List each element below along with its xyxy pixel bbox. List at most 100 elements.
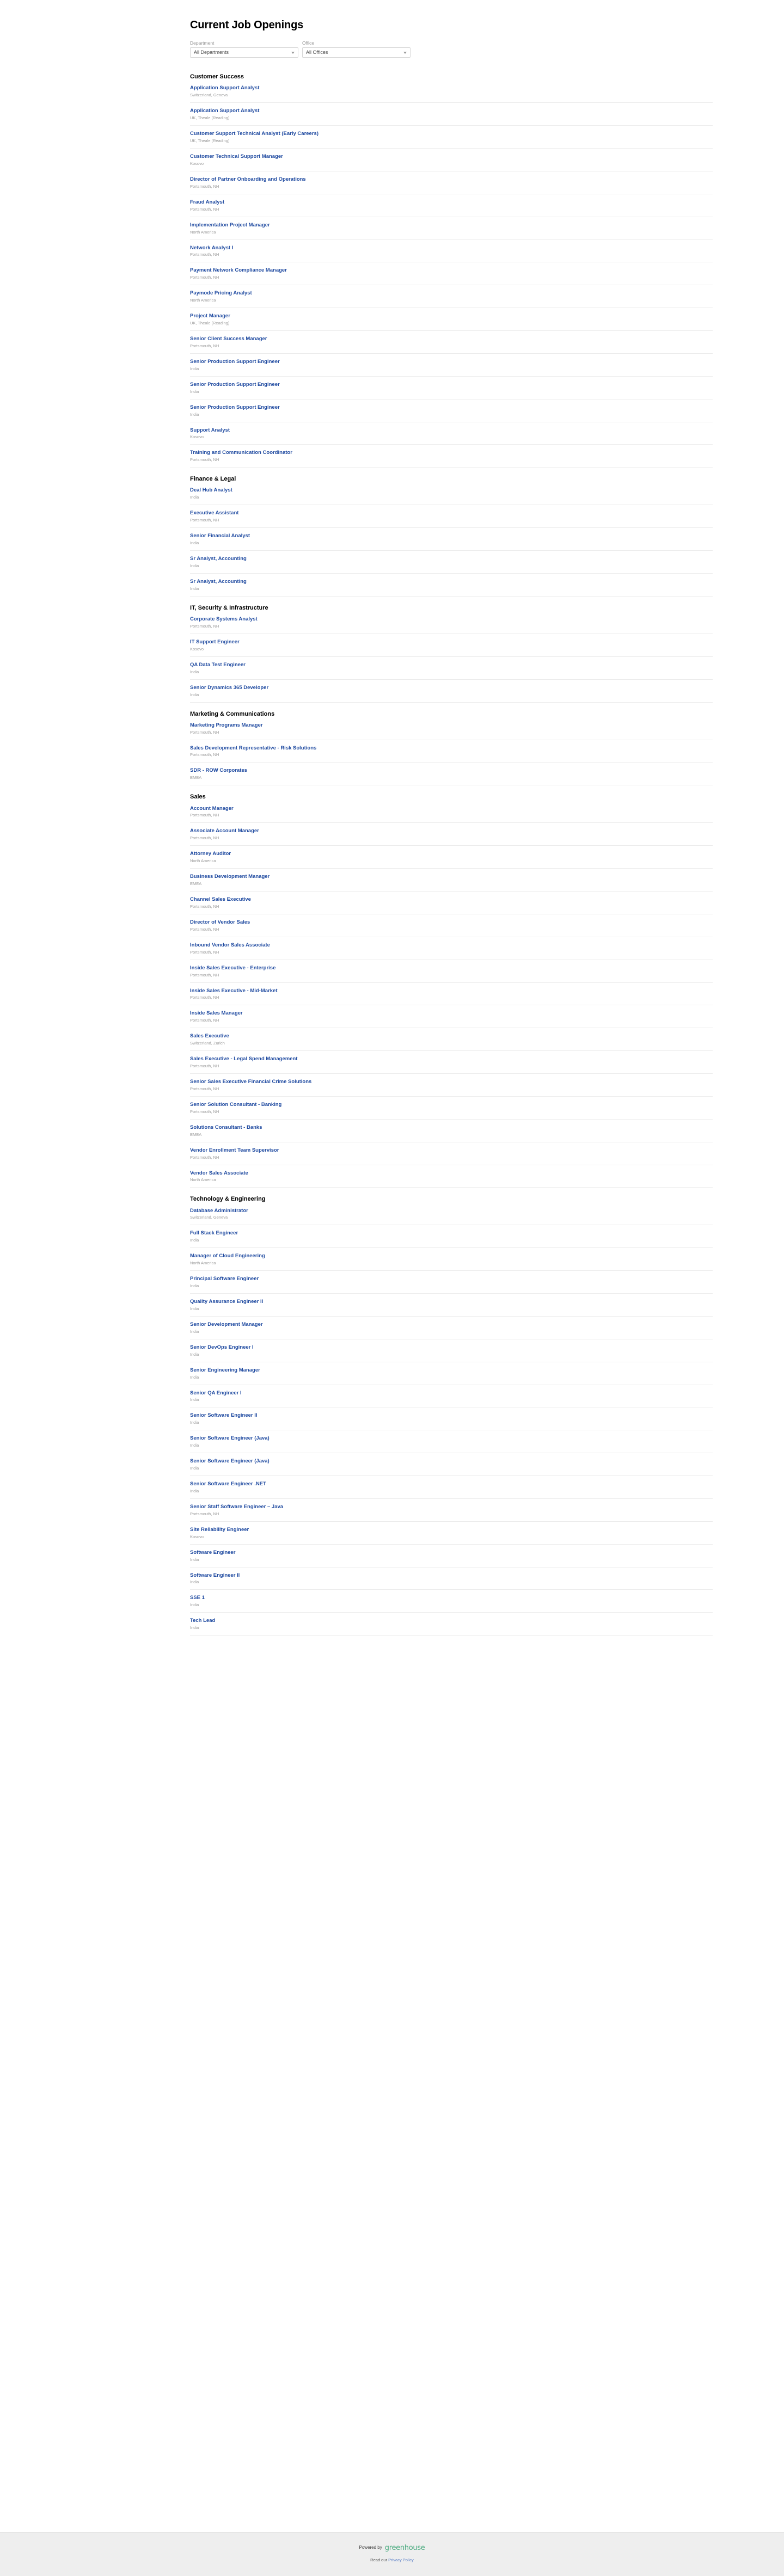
job-row[interactable]: Channel Sales Executive Portsmouth, NH — [190, 896, 713, 914]
job-row[interactable]: Tech Lead India — [190, 1618, 713, 1636]
job-row[interactable]: Director of Partner Onboarding and Opera… — [190, 176, 713, 194]
job-row[interactable]: Quality Assurance Engineer II India — [190, 1299, 713, 1317]
job-row[interactable]: Sales Development Representative - Risk … — [190, 745, 713, 763]
job-row[interactable]: Inside Sales Executive - Enterprise Ports… — [190, 965, 713, 983]
job-title-link[interactable]: Network Analyst I — [190, 245, 713, 251]
job-row[interactable]: QA Data Test Engineer India — [190, 662, 713, 680]
job-row[interactable]: Fraud Analyst Portsmouth, NH — [190, 199, 713, 217]
job-title-link[interactable]: Software Engineer II — [190, 1572, 713, 1579]
job-row[interactable]: Senior DevOps Engineer I India — [190, 1344, 713, 1362]
job-row[interactable]: Senior Software Engineer (Java) India — [190, 1458, 713, 1477]
job-row[interactable]: Training and Communication Coordinator Po… — [190, 450, 713, 468]
job-row[interactable]: Corporate Systems Analyst Portsmouth, NH — [190, 616, 713, 634]
job-title-link[interactable]: Sales Development Representative - Risk … — [190, 745, 713, 752]
job-row[interactable]: Application Support Analyst Switzerland, … — [190, 85, 713, 103]
job-row[interactable]: IT Support Engineer Kosovo — [190, 639, 713, 657]
job-row[interactable]: Senior Production Support Engineer India — [190, 382, 713, 399]
job-row[interactable]: Sales Executive Switzerland, Zurich — [190, 1033, 713, 1052]
job-row[interactable]: Sr Analyst, Accounting India — [190, 556, 713, 574]
job-row[interactable]: Paymode Pricing Analyst North America — [190, 290, 713, 309]
job-row[interactable]: Database Administrator Switzerland, Genev… — [190, 1208, 713, 1226]
job-row[interactable]: Senior Software Engineer II India — [190, 1412, 713, 1431]
job-title-link[interactable]: Senior Software Engineer (Java) — [190, 1458, 713, 1465]
job-title-link[interactable]: Manager of Cloud Engineering — [190, 1253, 713, 1259]
job-row[interactable]: SSE 1 India — [190, 1595, 713, 1613]
job-title-link[interactable]: Vendor Sales Associate — [190, 1170, 713, 1177]
job-title-link[interactable]: Tech Lead — [190, 1618, 713, 1624]
job-title-link[interactable]: Solutions Consultant - Banks — [190, 1124, 713, 1131]
job-row[interactable]: Vendor Sales Associate North America — [190, 1170, 713, 1188]
job-title-link[interactable]: Quality Assurance Engineer II — [190, 1299, 713, 1305]
job-row[interactable]: Software Engineer II India — [190, 1572, 713, 1590]
job-title-link[interactable]: Senior Client Success Manager — [190, 336, 713, 342]
job-row[interactable]: Deal Hub Analyst India — [190, 487, 713, 506]
job-title-link[interactable]: Inside Sales Manager — [190, 1010, 713, 1017]
job-title-link[interactable]: Senior QA Engineer I — [190, 1390, 713, 1397]
job-title-link[interactable]: Site Reliability Engineer — [190, 1527, 713, 1533]
job-row[interactable]: Marketing Programs Manager Portsmouth, NH — [190, 722, 713, 740]
job-title-link[interactable]: Senior Production Support Engineer — [190, 404, 713, 411]
job-title-link[interactable]: Deal Hub Analyst — [190, 487, 713, 494]
job-row[interactable]: Network Analyst I Portsmouth, NH — [190, 245, 713, 263]
job-title-link[interactable]: Customer Technical Support Manager — [190, 153, 713, 160]
job-row[interactable]: Software Engineer India — [190, 1550, 713, 1567]
job-title-link[interactable]: Sales Executive - Legal Spend Management — [190, 1056, 713, 1062]
job-title-link[interactable]: Database Administrator — [190, 1208, 713, 1214]
job-title-link[interactable]: Associate Account Manager — [190, 828, 713, 834]
job-title-link[interactable]: Senior Solution Consultant - Banking — [190, 1102, 713, 1108]
job-title-link[interactable]: Business Development Manager — [190, 874, 713, 880]
job-row[interactable]: Senior Software Engineer (Java) India — [190, 1435, 713, 1454]
job-title-link[interactable]: Senior Dynamics 365 Developer — [190, 685, 713, 691]
job-title-link[interactable]: Director of Vendor Sales — [190, 919, 713, 926]
job-title-link[interactable]: Senior Staff Software Engineer – Java — [190, 1504, 713, 1510]
job-row[interactable]: Inbound Vendor Sales Associate Portsmouth… — [190, 942, 713, 960]
job-row[interactable]: Implementation Project Manager North Amer… — [190, 222, 713, 240]
job-row[interactable]: Senior Solution Consultant - Banking Port… — [190, 1102, 713, 1120]
job-row[interactable]: Senior QA Engineer I India — [190, 1390, 713, 1408]
job-row[interactable]: Manager of Cloud Engineering North Americ… — [190, 1253, 713, 1271]
job-row[interactable]: Vendor Enrollment Team Supervisor Portsmo… — [190, 1147, 713, 1165]
job-row[interactable]: Sr Analyst, Accounting India — [190, 579, 713, 597]
job-title-link[interactable]: Director of Partner Onboarding and Opera… — [190, 176, 713, 183]
job-title-link[interactable]: Fraud Analyst — [190, 199, 713, 206]
job-row[interactable]: Senior Software Engineer .NET India — [190, 1481, 713, 1499]
job-title-link[interactable]: Application Support Analyst — [190, 85, 713, 91]
job-row[interactable]: Application Support Analyst UK, Theale (R… — [190, 108, 713, 126]
job-title-link[interactable]: Senior Software Engineer (Java) — [190, 1435, 713, 1442]
job-row[interactable]: Customer Support Technical Analyst (Earl… — [190, 131, 713, 149]
job-title-link[interactable]: Training and Communication Coordinator — [190, 450, 713, 456]
office-select[interactable]: All Offices — [302, 47, 411, 58]
job-row[interactable]: SDR - ROW Corporates EMEA — [190, 767, 713, 786]
job-title-link[interactable]: Paymode Pricing Analyst — [190, 290, 713, 297]
job-title-link[interactable]: Support Analyst — [190, 427, 713, 434]
job-title-link[interactable]: Application Support Analyst — [190, 108, 713, 114]
job-title-link[interactable]: Software Engineer — [190, 1550, 713, 1556]
job-row[interactable]: Business Development Manager EMEA — [190, 874, 713, 892]
job-title-link[interactable]: Implementation Project Manager — [190, 222, 713, 229]
job-title-link[interactable]: Account Manager — [190, 806, 713, 812]
job-row[interactable]: Senior Client Success Manager Portsmouth,… — [190, 336, 713, 354]
job-row[interactable]: Full Stack Engineer India — [190, 1230, 713, 1249]
job-title-link[interactable]: Senior Development Manager — [190, 1321, 713, 1328]
job-title-link[interactable]: Sr Analyst, Accounting — [190, 579, 713, 585]
job-row[interactable]: Senior Production Support Engineer India — [190, 359, 713, 377]
job-title-link[interactable]: Customer Support Technical Analyst (Earl… — [190, 131, 713, 137]
job-row[interactable]: Senior Engineering Manager India — [190, 1367, 713, 1385]
job-row[interactable]: Executive Assistant Portsmouth, NH — [190, 510, 713, 528]
job-title-link[interactable]: Corporate Systems Analyst — [190, 616, 713, 623]
job-title-link[interactable]: Project Manager — [190, 313, 713, 319]
job-row[interactable]: Senior Sales Executive Financial Crime S… — [190, 1079, 713, 1097]
job-row[interactable]: Account Manager Portsmouth, NH — [190, 806, 713, 823]
job-title-link[interactable]: Senior Software Engineer .NET — [190, 1481, 713, 1487]
job-row[interactable]: Senior Production Support Engineer India — [190, 404, 713, 422]
job-title-link[interactable]: Inbound Vendor Sales Associate — [190, 942, 713, 949]
job-title-link[interactable]: Senior Financial Analyst — [190, 533, 713, 539]
job-title-link[interactable]: Senior Software Engineer II — [190, 1412, 713, 1419]
job-title-link[interactable]: SDR - ROW Corporates — [190, 767, 713, 774]
job-title-link[interactable]: Principal Software Engineer — [190, 1276, 713, 1282]
job-row[interactable]: Senior Development Manager India — [190, 1321, 713, 1339]
job-title-link[interactable]: Vendor Enrollment Team Supervisor — [190, 1147, 713, 1154]
job-row[interactable]: Solutions Consultant - Banks EMEA — [190, 1124, 713, 1142]
job-title-link[interactable]: IT Support Engineer — [190, 639, 713, 645]
job-title-link[interactable]: Inside Sales Executive - Enterprise — [190, 965, 713, 972]
